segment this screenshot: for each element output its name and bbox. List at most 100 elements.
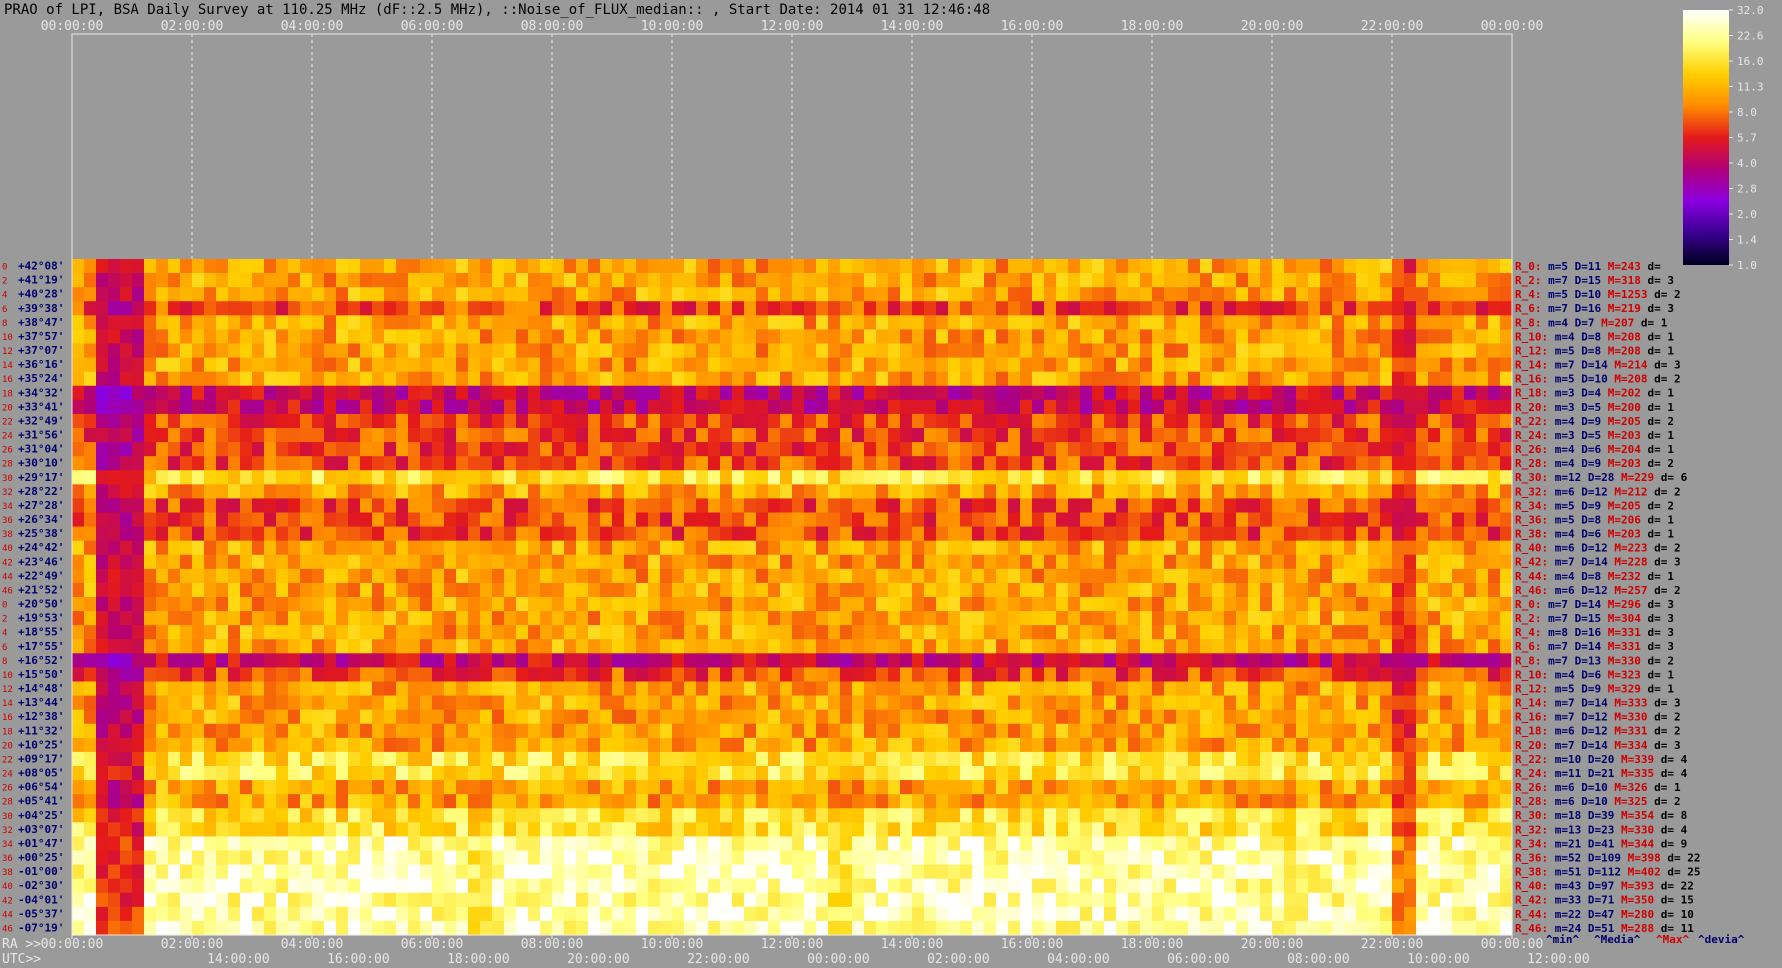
heatmap-cell — [1248, 357, 1261, 373]
heatmap-cell — [888, 526, 901, 542]
heatmap-cell — [696, 470, 709, 485]
heatmap-cell — [792, 385, 805, 401]
heatmap-cell — [936, 766, 949, 781]
heatmap-cell — [324, 371, 337, 387]
heatmap-cell — [864, 259, 877, 274]
heatmap-cell — [516, 371, 529, 387]
heatmap-cell — [420, 498, 433, 514]
heatmap-cell — [444, 681, 457, 697]
heatmap-cell — [324, 836, 337, 852]
heatmap-cell — [1404, 568, 1417, 584]
heatmap-cell — [1428, 428, 1441, 443]
heatmap-cell — [1128, 737, 1141, 753]
heatmap-cell — [1464, 639, 1477, 654]
heatmap-cell — [1500, 822, 1513, 838]
heatmap-cell — [348, 751, 361, 767]
heatmap-cell — [1368, 428, 1381, 443]
heatmap-cell — [864, 766, 877, 781]
heatmap-cell — [684, 273, 697, 288]
heatmap-cell — [348, 315, 361, 331]
heatmap-cell — [1116, 582, 1129, 598]
heatmap-cell — [120, 780, 133, 795]
heatmap-cell — [1380, 442, 1393, 457]
heatmap-cell — [264, 512, 277, 528]
heatmap-cell — [324, 428, 337, 443]
heatmap-cell — [168, 301, 181, 316]
heatmap-cell — [168, 625, 181, 640]
heatmap-cell — [960, 639, 973, 654]
heatmap-cell — [1176, 709, 1189, 725]
heatmap-cell — [480, 329, 493, 345]
heatmap-cell — [1020, 737, 1033, 753]
heatmap-cell — [276, 780, 289, 795]
heatmap-cell — [828, 385, 841, 401]
heatmap-cell — [1116, 625, 1129, 640]
heatmap-cell — [132, 625, 145, 640]
heatmap-cell — [696, 428, 709, 443]
heatmap-cell — [1344, 582, 1357, 598]
heatmap-cell — [408, 780, 421, 795]
heatmap-cell — [1356, 301, 1369, 316]
heatmap-cell — [468, 287, 481, 302]
heatmap-cell — [936, 385, 949, 401]
heatmap-cell — [1404, 385, 1417, 401]
heatmap-cell — [156, 568, 169, 584]
heatmap-cell — [372, 639, 385, 654]
heatmap-cell — [252, 822, 265, 838]
heatmap-cell — [1368, 413, 1381, 429]
heatmap-cell — [528, 766, 541, 781]
heatmap-cell — [132, 442, 145, 457]
heatmap-cell — [648, 653, 661, 669]
heatmap-cell — [888, 780, 901, 795]
heatmap-cell — [1068, 554, 1081, 570]
heatmap-cell — [864, 315, 877, 331]
heatmap-cell — [1092, 315, 1105, 331]
heatmap-cell — [1152, 667, 1165, 683]
heatmap-cell — [912, 385, 925, 401]
heatmap-cell — [624, 723, 637, 739]
heatmap-cell — [1452, 554, 1465, 570]
heatmap-cell — [1200, 582, 1213, 598]
heatmap-cell — [1392, 526, 1405, 542]
heatmap-cell — [288, 301, 301, 316]
heatmap-cell — [216, 470, 229, 485]
heatmap-cell — [1320, 287, 1333, 302]
heatmap-cell — [864, 611, 877, 626]
heatmap-cell — [300, 808, 313, 823]
heatmap-cell — [1080, 554, 1093, 570]
heatmap-cell — [1056, 808, 1069, 823]
heatmap-cell — [360, 582, 373, 598]
heatmap-cell — [1104, 456, 1117, 471]
heatmap-cell — [372, 554, 385, 570]
heatmap-cell — [72, 625, 85, 640]
heatmap-cell — [1308, 301, 1321, 316]
heatmap-cell — [240, 568, 253, 584]
heatmap-cell — [120, 484, 133, 500]
heatmap-cell — [612, 568, 625, 584]
heatmap-cell — [156, 751, 169, 767]
heatmap-cell — [96, 597, 109, 612]
heatmap-cell — [1332, 723, 1345, 739]
heatmap-cell — [912, 526, 925, 542]
heatmap-cell — [1032, 371, 1045, 387]
heatmap-cell — [600, 329, 613, 345]
heatmap-cell — [1044, 667, 1057, 683]
heatmap-cell — [1008, 554, 1021, 570]
heatmap-cell — [1428, 484, 1441, 500]
heatmap-cell — [108, 639, 121, 654]
heatmap-cell — [1092, 512, 1105, 528]
heatmap-cell — [336, 681, 349, 697]
heatmap-cell — [624, 611, 637, 626]
heatmap-cell — [228, 582, 241, 598]
heatmap-cell — [984, 639, 997, 654]
heatmap-cell — [876, 751, 889, 767]
heatmap-cell — [168, 723, 181, 739]
heatmap-cell — [648, 301, 661, 316]
heatmap-cell — [552, 568, 565, 584]
heatmap-cell — [264, 343, 277, 359]
heatmap-cell — [480, 301, 493, 316]
heatmap-cell — [804, 512, 817, 528]
heatmap-cell — [924, 512, 937, 528]
heatmap-cell — [960, 653, 973, 669]
heatmap-cell — [1068, 766, 1081, 781]
